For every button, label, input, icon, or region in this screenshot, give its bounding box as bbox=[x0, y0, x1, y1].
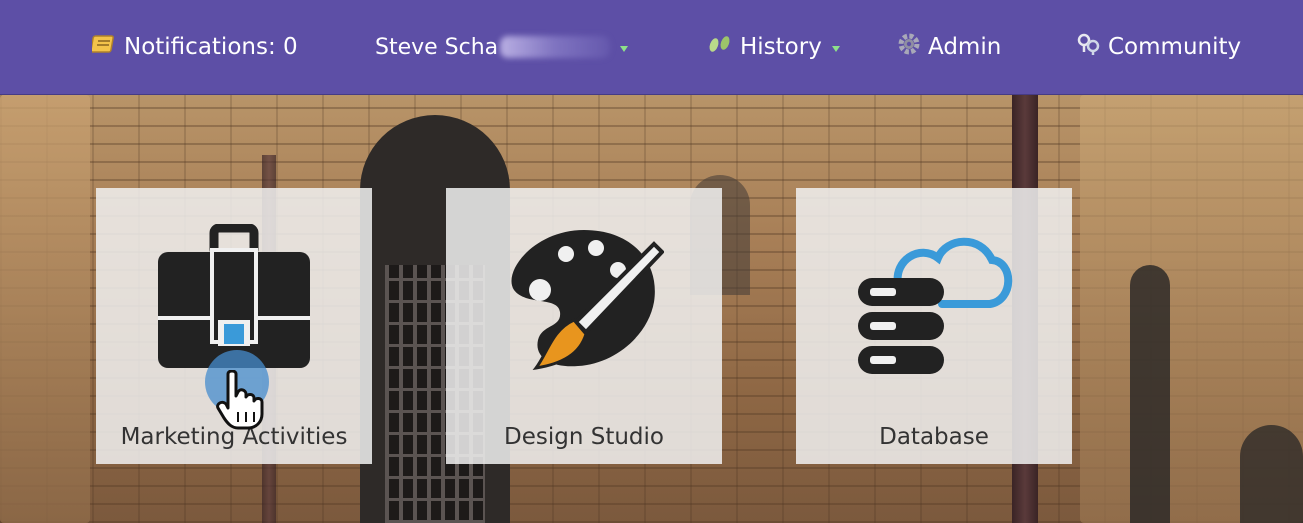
admin-label: Admin bbox=[928, 34, 1002, 60]
paint-palette-icon bbox=[511, 230, 664, 371]
hand-pointer-cursor-icon bbox=[216, 370, 264, 430]
chevron-down-icon bbox=[831, 46, 840, 52]
tile-design-studio[interactable]: Design Studio bbox=[446, 188, 722, 464]
admin-link[interactable]: Admin bbox=[896, 0, 1001, 94]
notepad-icon bbox=[90, 33, 118, 61]
community-link[interactable]: Community bbox=[1076, 0, 1241, 94]
history-label: History bbox=[740, 34, 822, 60]
community-icon bbox=[1076, 32, 1102, 62]
user-menu[interactable]: Steve Scha bbox=[375, 0, 629, 94]
redacted-name-blur bbox=[500, 36, 611, 58]
top-navigation-bar: Notifications: 0 Steve Scha History Admi… bbox=[0, 0, 1303, 95]
tile-label: Database bbox=[879, 424, 989, 450]
gear-icon bbox=[896, 31, 922, 63]
community-label: Community bbox=[1108, 34, 1242, 60]
chevron-down-icon bbox=[620, 46, 629, 52]
tile-label: Design Studio bbox=[504, 424, 664, 450]
tile-database[interactable]: Database bbox=[796, 188, 1072, 464]
notifications-link[interactable]: Notifications: 0 bbox=[90, 0, 298, 94]
user-name: Steve Scha bbox=[375, 34, 499, 60]
database-cloud-icon bbox=[858, 237, 1013, 374]
history-menu[interactable]: History bbox=[706, 0, 840, 94]
footprints-icon bbox=[706, 33, 734, 61]
marketing-home-page: Notifications: 0 Steve Scha History Admi… bbox=[0, 0, 1303, 523]
notifications-label: Notifications: 0 bbox=[124, 34, 298, 60]
